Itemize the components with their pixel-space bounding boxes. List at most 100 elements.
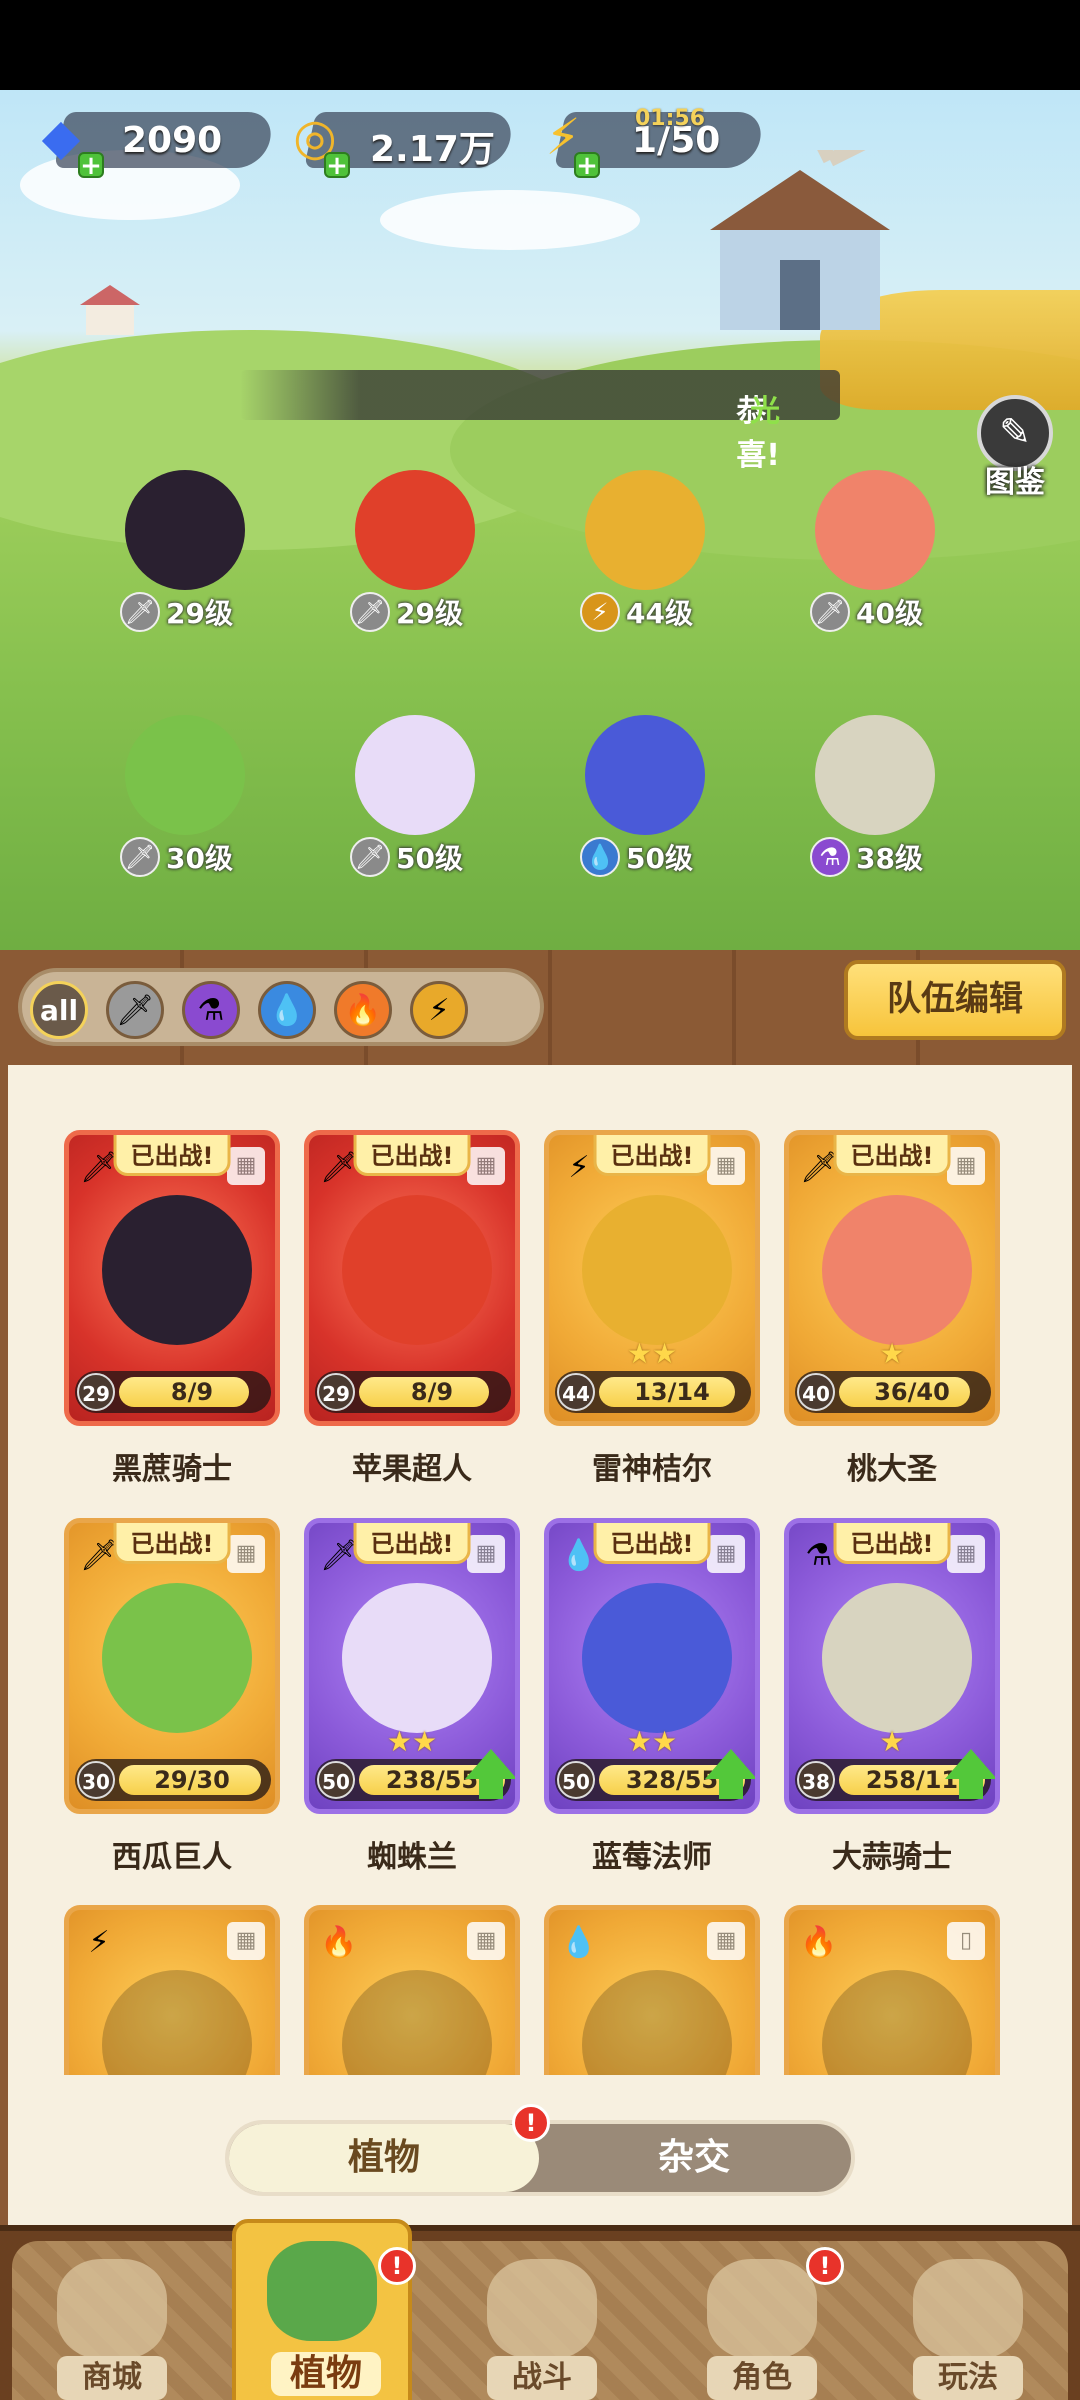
grid-icon: ▦ <box>947 1535 985 1573</box>
lineup-unit[interactable]: 🗡 29级 <box>340 470 490 650</box>
tab-hybrid[interactable]: 杂交 <box>539 2124 849 2192</box>
character-icon <box>707 2259 817 2359</box>
filter-all[interactable]: all <box>30 981 88 1039</box>
card-progress: 36/40 <box>874 1378 950 1406</box>
plant-portrait <box>355 470 475 590</box>
plant-card[interactable]: 🗡 ▦ 29 8/9 已出战! <box>304 1130 520 1426</box>
plant-portrait <box>585 715 705 835</box>
plant-portrait <box>815 715 935 835</box>
plant-portrait <box>342 1583 492 1733</box>
cloud <box>380 190 640 250</box>
plant-card[interactable]: 🗡 ▦ ★ 40 36/40 已出战! <box>784 1130 1000 1426</box>
gems-plus-button[interactable]: + <box>78 152 104 179</box>
status-bar <box>0 0 1080 90</box>
grid-icon: ▦ <box>707 1147 745 1185</box>
bottom-nav: 商城 植物 战斗 角色 玩法 ! ! <box>0 2219 1080 2400</box>
grid-icon: ▦ <box>467 1535 505 1573</box>
nav-gameplay[interactable]: 玩法 <box>878 2241 1058 2400</box>
grid-icon: ▦ <box>227 1922 265 1960</box>
grid-icon: ▦ <box>467 1922 505 1960</box>
team-edit-button[interactable]: 队伍编辑 <box>844 960 1066 1040</box>
plant-portrait <box>342 1195 492 1345</box>
gameplay-icon <box>913 2259 1023 2359</box>
unit-level-text: 38级 <box>856 842 923 875</box>
upgrade-arrow-icon[interactable] <box>945 1749 995 1779</box>
plant-card-name: 雷神桔尔 <box>592 1452 712 1487</box>
nav-label: 植物 <box>271 2352 381 2396</box>
plant-card[interactable]: 💧 ▦ ★★ 50 328/55 已出战! <box>544 1518 760 1814</box>
tujian-button[interactable]: ✎ 图鉴 <box>970 395 1060 500</box>
plant-card[interactable]: 🗡 ▦ 29 8/9 已出战! <box>64 1130 280 1426</box>
plant-portrait <box>585 470 705 590</box>
plant-portrait <box>355 715 475 835</box>
lineup-unit[interactable]: ⚡ 44级 <box>570 470 720 650</box>
lineup-unit[interactable]: 🗡 29级 <box>110 470 260 650</box>
nav-plants-alert-badge: ! <box>378 2247 416 2285</box>
unit-level-text: 40级 <box>856 597 923 630</box>
nav-battle[interactable]: 战斗 <box>452 2241 632 2400</box>
unit-level: 🗡 29级 <box>120 590 280 634</box>
level-bar: 29 8/9 <box>315 1371 511 1413</box>
filter-fire-icon[interactable]: 🔥 <box>334 981 392 1039</box>
plant-portrait <box>582 1195 732 1345</box>
card-progress: 8/9 <box>170 1378 214 1406</box>
star-rating: ★★ <box>626 1337 678 1370</box>
deployed-badge: 已出战! <box>833 1523 951 1564</box>
card-level: 50 <box>557 1761 595 1799</box>
fire-icon: 🔥 <box>320 1924 358 1960</box>
card-level: 29 <box>317 1373 355 1411</box>
unit-level: ⚗ 38级 <box>810 835 970 879</box>
plant-portrait <box>822 1583 972 1733</box>
plant-card-name: 西瓜巨人 <box>112 1840 232 1875</box>
nav-plants[interactable]: 植物 <box>232 2219 412 2400</box>
energy-plus-button[interactable]: + <box>574 152 600 179</box>
plant-card-name: 苹果超人 <box>352 1452 472 1487</box>
lineup-unit[interactable]: 🗡 40级 <box>800 470 950 650</box>
plant-collection-panel: 🗡 ▦ 29 8/9 已出战! 黑蔗骑士 🗡 ▦ 29 8/9 已出战! 苹果超人 ⚡ ▦ ★★ 44 13/1… <box>0 1065 1080 2225</box>
sword-icon: 🗡 <box>120 837 160 877</box>
grid-icon: ▦ <box>227 1535 265 1573</box>
plant-portrait <box>125 715 245 835</box>
element-filter-group: all 🗡 ⚗ 💧 🔥 ⚡ <box>18 968 544 1046</box>
water-icon: 💧 <box>560 1924 598 1960</box>
unit-level: 🗡 40级 <box>810 590 970 634</box>
plant-card-name: 黑蔗骑士 <box>112 1452 232 1487</box>
deployed-badge: 已出战! <box>353 1135 471 1176</box>
deployed-badge: 已出战! <box>113 1523 231 1564</box>
plants-alert-badge: ! <box>512 2104 550 2142</box>
grid-icon: ▯ <box>947 1922 985 1960</box>
plant-card[interactable]: 🗡 ▦ 30 29/30 已出战! <box>64 1518 280 1814</box>
gems-count: 2090 <box>122 120 223 161</box>
level-bar: 44 13/14 <box>555 1371 751 1413</box>
card-level: 50 <box>317 1761 355 1799</box>
plant-card[interactable]: 🗡 ▦ ★★ 50 238/55 已出战! <box>304 1518 520 1814</box>
unit-level-text: 29级 <box>396 597 463 630</box>
fire-icon: 🔥 <box>800 1924 838 1960</box>
plant-card[interactable]: ⚗ ▦ ★ 38 258/11 已出战! <box>784 1518 1000 1814</box>
plant-portrait <box>125 470 245 590</box>
plant-portrait <box>102 1195 252 1345</box>
filter-water-icon[interactable]: 💧 <box>258 981 316 1039</box>
nav-label: 角色 <box>707 2356 817 2400</box>
lineup-unit[interactable]: 🗡 50级 <box>340 715 490 895</box>
coins-plus-button[interactable]: + <box>324 152 350 179</box>
card-level: 38 <box>797 1761 835 1799</box>
filter-poison-icon[interactable]: ⚗ <box>182 981 240 1039</box>
filter-sword-icon[interactable]: 🗡 <box>106 981 164 1039</box>
tab-plants[interactable]: 植物 <box>229 2124 539 2192</box>
card-progress: 8/9 <box>410 1378 454 1406</box>
nav-shop[interactable]: 商城 <box>22 2241 202 2400</box>
lineup-unit[interactable]: 🗡 30级 <box>110 715 260 895</box>
upgrade-arrow-icon[interactable] <box>465 1749 515 1779</box>
filter-lightning-icon[interactable]: ⚡ <box>410 981 468 1039</box>
lineup-unit[interactable]: ⚗ 38级 <box>800 715 950 895</box>
sword-icon: 🗡 <box>350 592 390 632</box>
shop-icon <box>57 2259 167 2359</box>
lineup-unit[interactable]: 💧 50级 <box>570 715 720 895</box>
sword-icon: 🗡 <box>810 592 850 632</box>
upgrade-arrow-icon[interactable] <box>705 1749 755 1779</box>
energy-timer: 01:56 <box>635 106 706 131</box>
coins-count: 2.17万 <box>370 129 495 170</box>
card-level: 44 <box>557 1373 595 1411</box>
plant-card[interactable]: ⚡ ▦ ★★ 44 13/14 已出战! <box>544 1130 760 1426</box>
